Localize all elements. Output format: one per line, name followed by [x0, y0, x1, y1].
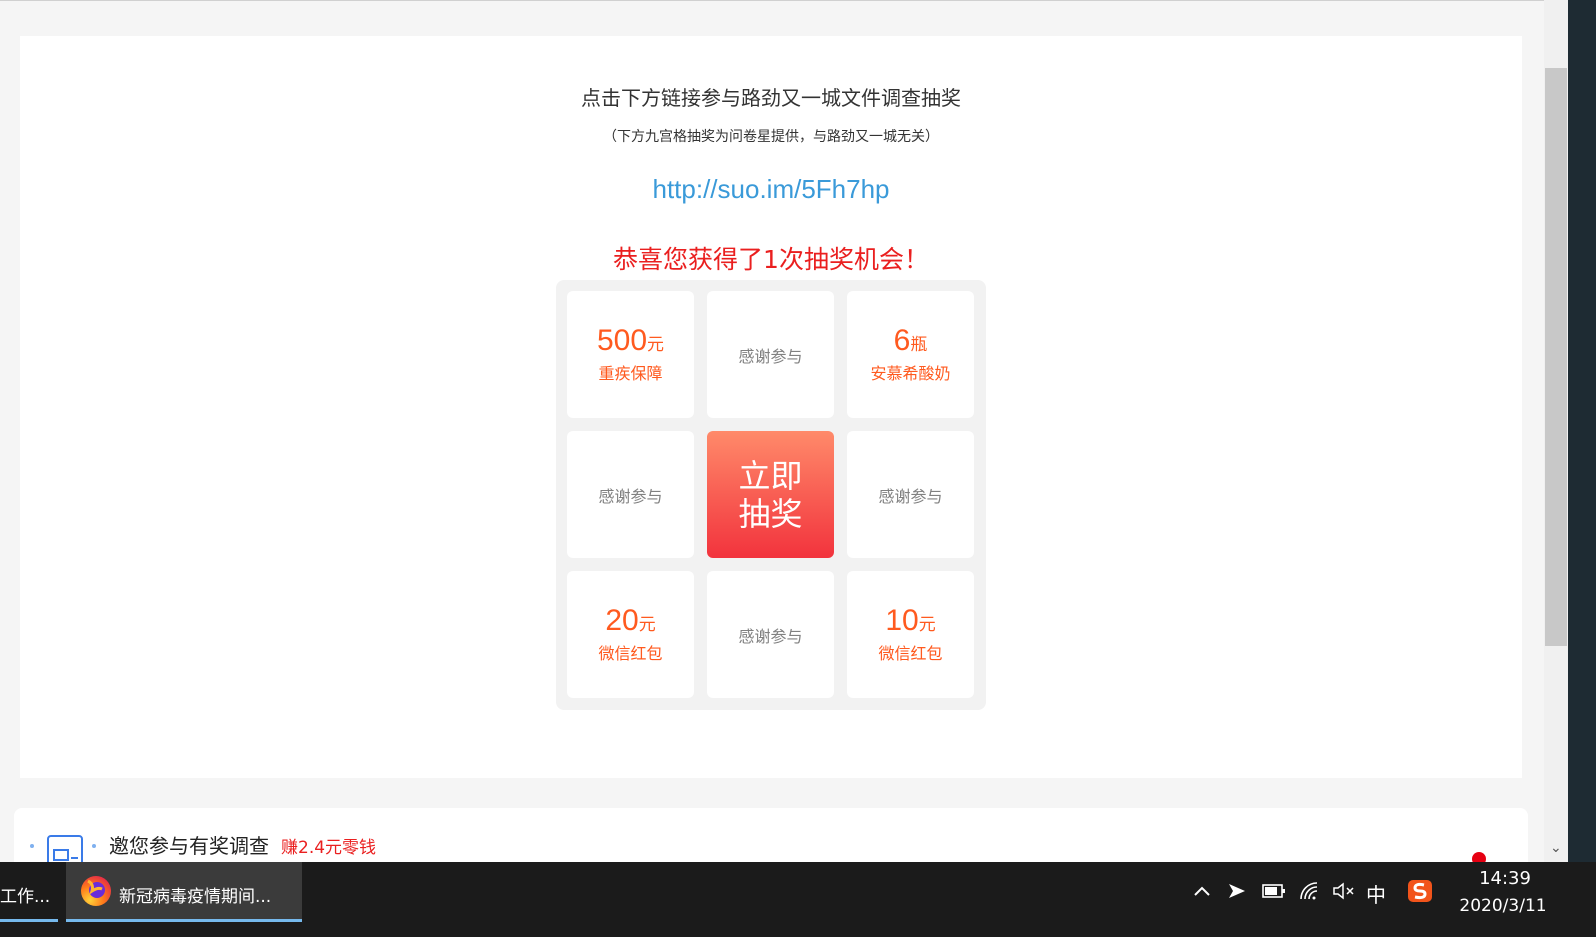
- sogou-ime-icon[interactable]: [1407, 879, 1433, 903]
- prize-desc: 微信红包: [598, 644, 663, 664]
- prize-desc: 安慕希酸奶: [870, 364, 951, 384]
- taskbar-item-label: 新冠病毒疫情期间...: [119, 887, 272, 907]
- send-icon[interactable]: [1227, 881, 1247, 901]
- prize-desc: 重疾保障: [598, 364, 663, 384]
- taskbar-item-firefox[interactable]: 新冠病毒疫情期间...: [66, 862, 302, 922]
- taskbar: 工作... 新冠病毒疫情期间... 中 14:39 2020/3/11: [0, 862, 1596, 937]
- scroll-down-arrow-icon[interactable]: ⌄: [1550, 840, 1562, 856]
- prize-cell-thanks: 感谢参与: [707, 571, 834, 698]
- draw-button-line2: 抽奖: [738, 494, 803, 533]
- survey-disclaimer: （下方九宫格抽奖为问卷星提供，与路劲又一城无关）: [603, 129, 939, 145]
- volume-muted-icon[interactable]: [1332, 882, 1356, 900]
- invite-text: 邀您参与有奖调查: [109, 834, 269, 858]
- prize-cell-thanks: 感谢参与: [707, 291, 834, 418]
- clock-time[interactable]: 14:39: [1470, 868, 1540, 889]
- top-divider: [0, 0, 1570, 1]
- prize-unit: 瓶: [910, 334, 928, 355]
- taskbar-item-label: 工作...: [0, 887, 51, 907]
- prize-amount: 500: [596, 323, 648, 357]
- lottery-card: 点击下方链接参与路劲又一城文件调查抽奖 （下方九宫格抽奖为问卷星提供，与路劲又一…: [20, 36, 1522, 778]
- prize-cell-insurance: 500元 重疾保障: [567, 291, 694, 418]
- draw-button-line1: 立即: [738, 456, 803, 495]
- lottery-grid: 500元 重疾保障 感谢参与 6瓶 安慕希酸奶 感谢参与 立即 抽奖 感谢参与 …: [556, 280, 986, 710]
- taskbar-item-prev[interactable]: 工作...: [0, 862, 58, 922]
- prize-amount: 6: [893, 323, 911, 357]
- chevron-up-icon[interactable]: [1193, 884, 1211, 898]
- clock-date[interactable]: 2020/3/11: [1448, 896, 1558, 916]
- prize-cell-redpacket-20: 20元 微信红包: [567, 571, 694, 698]
- firefox-icon: [81, 876, 111, 906]
- draw-button[interactable]: 立即 抽奖: [707, 431, 834, 558]
- prize-desc: 微信红包: [878, 644, 943, 664]
- thanks-label: 感谢参与: [598, 486, 663, 506]
- thanks-label: 感谢参与: [738, 626, 803, 646]
- wifi-icon[interactable]: [1298, 881, 1322, 901]
- prize-cell-thanks: 感谢参与: [567, 431, 694, 558]
- prize-unit: 元: [918, 614, 936, 635]
- earn-text: 赚2.4元零钱: [281, 838, 377, 858]
- prize-cell-yogurt: 6瓶 安慕希酸奶: [847, 291, 974, 418]
- side-panel-edge: [1568, 0, 1596, 862]
- vertical-scrollbar[interactable]: ⌄: [1544, 0, 1568, 862]
- active-indicator: [66, 919, 302, 922]
- prize-amount: 10: [885, 603, 919, 637]
- prize-cell-redpacket-10: 10元 微信红包: [847, 571, 974, 698]
- prize-unit: 元: [638, 614, 656, 635]
- survey-link[interactable]: http://suo.im/5Fh7hp: [20, 174, 1522, 205]
- input-method-indicator[interactable]: 中: [1366, 879, 1386, 908]
- congrats-message: 恭喜您获得了1次抽奖机会！: [613, 245, 929, 274]
- prize-cell-thanks: 感谢参与: [847, 431, 974, 558]
- survey-title: 点击下方链接参与路劲又一城文件调查抽奖: [581, 86, 961, 110]
- thanks-label: 感谢参与: [878, 486, 943, 506]
- prize-unit: 元: [647, 334, 665, 355]
- active-indicator: [0, 919, 58, 922]
- battery-icon[interactable]: [1262, 883, 1286, 899]
- prize-amount: 20: [605, 603, 639, 637]
- scrollbar-thumb[interactable]: [1545, 68, 1567, 646]
- thanks-label: 感谢参与: [738, 346, 803, 366]
